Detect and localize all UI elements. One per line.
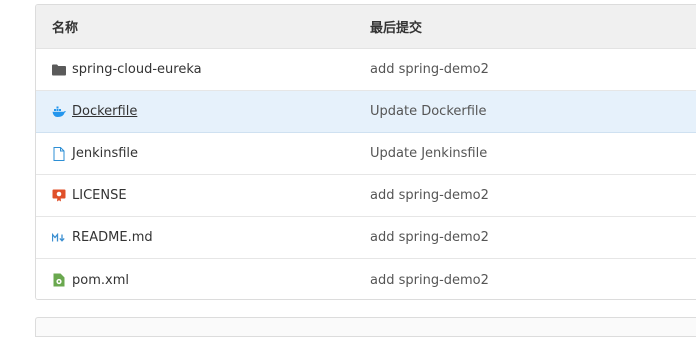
- table-row[interactable]: LICENSE add spring-demo2: [36, 175, 696, 217]
- folder-icon: [52, 63, 66, 77]
- table-row[interactable]: Jenkinsfile Update Jenkinsfile: [36, 133, 696, 175]
- table-row[interactable]: spring-cloud-eureka add spring-demo2: [36, 49, 696, 91]
- commit-message-link[interactable]: add spring-demo2: [370, 273, 489, 288]
- table-header: 名称 最后提交: [36, 5, 696, 49]
- table-row[interactable]: README.md add spring-demo2: [36, 217, 696, 259]
- table-row[interactable]: Dockerfile Update Dockerfile: [36, 91, 696, 133]
- file-name-link[interactable]: README.md: [72, 230, 153, 245]
- column-header-last-commit: 最后提交: [370, 21, 423, 36]
- commit-message-link[interactable]: Update Dockerfile: [370, 104, 487, 119]
- commit-message-link[interactable]: add spring-demo2: [370, 188, 489, 203]
- table-row[interactable]: pom.xml add spring-demo2: [36, 259, 696, 299]
- xml-file-icon: [52, 273, 66, 287]
- file-name-link[interactable]: pom.xml: [72, 273, 129, 288]
- commit-message-link[interactable]: add spring-demo2: [370, 230, 489, 245]
- file-icon: [52, 146, 66, 161]
- commit-message-link[interactable]: add spring-demo2: [370, 62, 489, 77]
- readme-panel: [35, 317, 696, 337]
- commit-message-link[interactable]: Update Jenkinsfile: [370, 146, 487, 161]
- file-name-link[interactable]: Dockerfile: [72, 104, 137, 119]
- file-list-table: 名称 最后提交 spring-cloud-eureka add spring-d…: [35, 4, 696, 300]
- column-header-name: 名称: [52, 21, 79, 36]
- file-name-link[interactable]: Jenkinsfile: [72, 146, 138, 161]
- file-name-link[interactable]: spring-cloud-eureka: [72, 62, 202, 77]
- docker-icon: [52, 105, 66, 119]
- markdown-icon: [52, 231, 66, 245]
- license-icon: [52, 189, 66, 203]
- file-name-link[interactable]: LICENSE: [72, 188, 127, 203]
